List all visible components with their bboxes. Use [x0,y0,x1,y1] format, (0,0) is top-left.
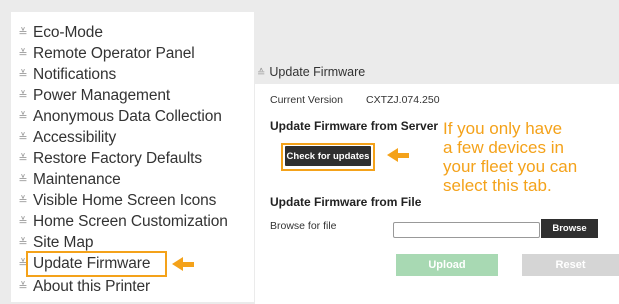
chevron-double-down-icon: ≚ [18,90,28,102]
file-path-input[interactable] [393,222,540,238]
callout-text: If you only have a few devices in your f… [443,119,613,195]
chevron-double-down-icon: ≚ [18,174,28,186]
chevron-double-down-icon: ≚ [18,195,28,207]
sidebar-item-accessibility[interactable]: ≚ Accessibility [11,127,254,148]
current-version-value: CXTZJ.074.250 [366,94,440,106]
upload-button[interactable]: Upload [396,254,498,276]
sidebar-item-anonymous-data-collection[interactable]: ≚ Anonymous Data Collection [11,106,254,127]
sidebar-item-maintenance[interactable]: ≚ Maintenance [11,169,254,190]
callout-line: select this tab. [443,176,552,195]
chevron-double-down-icon: ≚ [18,237,28,249]
sidebar-item-restore-factory-defaults[interactable]: ≚ Restore Factory Defaults [11,148,254,169]
callout-line: your fleet you can [443,157,578,176]
chevron-double-down-icon: ≚ [18,132,28,144]
chevron-double-down-icon: ≚ [18,216,28,228]
chevron-double-down-icon: ≚ [18,111,28,123]
current-version-label: Current Version [270,94,343,106]
callout-line: a few devices in [443,138,564,157]
sidebar-item-about-this-printer[interactable]: ≚ About this Printer [11,276,254,297]
reset-button[interactable]: Reset [522,254,619,276]
sidebar-item-home-screen-customization[interactable]: ≚ Home Screen Customization [11,211,254,232]
callout-line: If you only have [443,119,563,138]
panel-title[interactable]: ≙ Update Firmware [257,65,365,79]
chevron-double-down-icon: ≚ [18,69,28,81]
sidebar-item-remote-operator-panel[interactable]: ≚ Remote Operator Panel [11,43,254,64]
sidebar-item-eco-mode[interactable]: ≚ Eco-Mode [11,22,254,43]
chevron-double-down-icon: ≚ [18,153,28,165]
sidebar-item-site-map[interactable]: ≚ Site Map [11,232,254,253]
update-firmware-highlight [26,251,167,277]
check-for-updates-button[interactable]: Check for updates [285,146,371,166]
chevron-double-down-icon: ≚ [18,48,28,60]
sidebar-item-notifications[interactable]: ≚ Notifications [11,64,254,85]
browse-button[interactable]: Browse [541,219,598,238]
sidebar-item-power-management[interactable]: ≚ Power Management [11,85,254,106]
chevron-double-down-icon: ≚ [18,27,28,39]
server-update-heading: Update Firmware from Server [270,119,439,133]
file-update-heading: Update Firmware from File [270,195,422,209]
sidebar-item-visible-home-screen-icons[interactable]: ≚ Visible Home Screen Icons [11,190,254,211]
browse-for-file-label: Browse for file [270,220,337,232]
chevron-double-down-icon: ≚ [18,281,28,293]
chevron-double-up-icon: ≙ [257,68,266,79]
